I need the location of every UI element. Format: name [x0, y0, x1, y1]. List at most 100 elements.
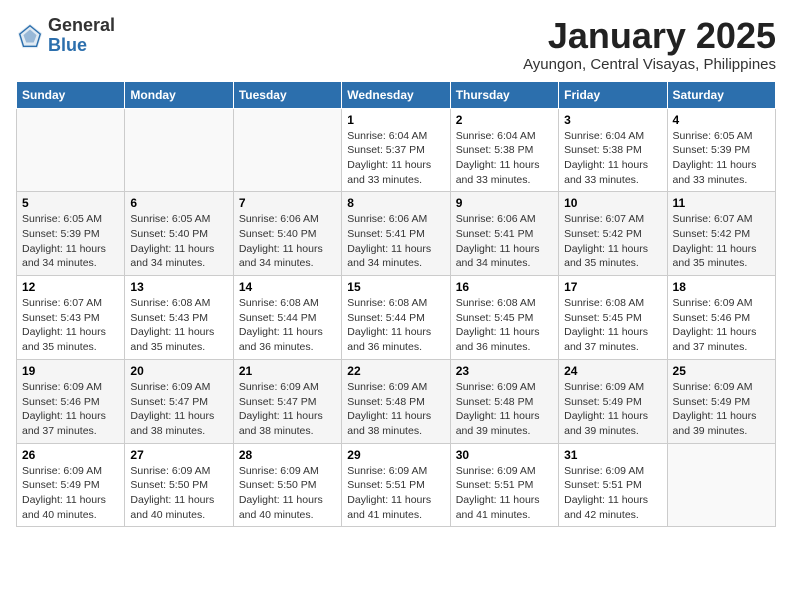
- week-row-4: 19 Sunrise: 6:09 AM Sunset: 5:46 PM Dayli…: [17, 359, 776, 443]
- day-number: 29: [347, 448, 444, 462]
- day-number: 23: [456, 364, 553, 378]
- day-number: 13: [130, 280, 227, 294]
- title-block: January 2025 Ayungon, Central Visayas, P…: [523, 16, 776, 73]
- day-info: Sunrise: 6:09 AM Sunset: 5:51 PM Dayligh…: [564, 464, 661, 523]
- calendar-cell: 27Sunrise: 6:09 AM Sunset: 5:50 PM Dayli…: [125, 443, 233, 527]
- day-number: 3: [564, 113, 661, 127]
- day-info: Sunrise: 6:08 AM Sunset: 5:45 PM Dayligh…: [564, 296, 661, 355]
- day-info: Sunrise: 6:08 AM Sunset: 5:43 PM Dayligh…: [130, 296, 227, 355]
- day-number: 14: [239, 280, 336, 294]
- day-number: 24: [564, 364, 661, 378]
- calendar-cell: 29 Sunrise: 6:09 AM Sunset: 5:51 PM Dayli…: [342, 443, 450, 527]
- day-info: Sunrise: 6:09 AM Sunset: 5:49 PM Dayligh…: [564, 380, 661, 439]
- day-header-tuesday: Tuesday: [233, 81, 341, 108]
- day-info: Sunrise: 6:06 AM Sunset: 5:41 PM Dayligh…: [347, 212, 444, 271]
- calendar-cell: 6Sunrise: 6:05 AM Sunset: 5:40 PM Daylig…: [125, 192, 233, 276]
- day-header-thursday: Thursday: [450, 81, 558, 108]
- calendar-cell: 22 Sunrise: 6:09 AM Sunset: 5:48 PM Dayli…: [342, 359, 450, 443]
- day-info: Sunrise: 6:09 AM Sunset: 5:46 PM Dayligh…: [673, 296, 770, 355]
- day-info: Sunrise: 6:09 AM Sunset: 5:48 PM Dayligh…: [456, 380, 553, 439]
- day-info: Sunrise: 6:04 AM Sunset: 5:38 PM Dayligh…: [456, 129, 553, 188]
- calendar-cell: 16 Sunrise: 6:08 AM Sunset: 5:45 PM Dayli…: [450, 276, 558, 360]
- calendar-cell: 3Sunrise: 6:04 AM Sunset: 5:38 PM Daylig…: [559, 108, 667, 192]
- day-number: 30: [456, 448, 553, 462]
- day-number: 17: [564, 280, 661, 294]
- calendar-cell: 18 Sunrise: 6:09 AM Sunset: 5:46 PM Dayli…: [667, 276, 775, 360]
- day-info: Sunrise: 6:09 AM Sunset: 5:51 PM Dayligh…: [347, 464, 444, 523]
- calendar-cell: 13 Sunrise: 6:08 AM Sunset: 5:43 PM Dayli…: [125, 276, 233, 360]
- day-number: 21: [239, 364, 336, 378]
- day-info: Sunrise: 6:08 AM Sunset: 5:44 PM Dayligh…: [347, 296, 444, 355]
- logo-blue-label: Blue: [48, 36, 115, 56]
- day-number: 12: [22, 280, 119, 294]
- week-row-5: 26 Sunrise: 6:09 AM Sunset: 5:49 PM Dayli…: [17, 443, 776, 527]
- calendar-cell: 17 Sunrise: 6:08 AM Sunset: 5:45 PM Dayli…: [559, 276, 667, 360]
- day-info: Sunrise: 6:09 AM Sunset: 5:49 PM Dayligh…: [22, 464, 119, 523]
- calendar-cell: [667, 443, 775, 527]
- day-number: 18: [673, 280, 770, 294]
- calendar-table: SundayMondayTuesdayWednesdayThursdayFrid…: [16, 81, 776, 528]
- day-info: Sunrise: 6:06 AM Sunset: 5:40 PM Dayligh…: [239, 212, 336, 271]
- logo-general-label: General: [48, 16, 115, 36]
- day-header-saturday: Saturday: [667, 81, 775, 108]
- logo-text: General Blue: [48, 16, 115, 56]
- day-info: Sunrise: 6:08 AM Sunset: 5:44 PM Dayligh…: [239, 296, 336, 355]
- calendar-cell: 25Sunrise: 6:09 AM Sunset: 5:49 PM Dayli…: [667, 359, 775, 443]
- day-number: 22: [347, 364, 444, 378]
- calendar-cell: 20 Sunrise: 6:09 AM Sunset: 5:47 PM Dayli…: [125, 359, 233, 443]
- day-header-friday: Friday: [559, 81, 667, 108]
- day-header-monday: Monday: [125, 81, 233, 108]
- day-info: Sunrise: 6:09 AM Sunset: 5:47 PM Dayligh…: [239, 380, 336, 439]
- calendar-cell: 14 Sunrise: 6:08 AM Sunset: 5:44 PM Dayli…: [233, 276, 341, 360]
- calendar-cell: [125, 108, 233, 192]
- day-info: Sunrise: 6:09 AM Sunset: 5:47 PM Dayligh…: [130, 380, 227, 439]
- day-info: Sunrise: 6:09 AM Sunset: 5:48 PM Dayligh…: [347, 380, 444, 439]
- day-number: 5: [22, 196, 119, 210]
- calendar-cell: [17, 108, 125, 192]
- calendar-header: SundayMondayTuesdayWednesdayThursdayFrid…: [17, 81, 776, 108]
- day-info: Sunrise: 6:09 AM Sunset: 5:46 PM Dayligh…: [22, 380, 119, 439]
- day-info: Sunrise: 6:09 AM Sunset: 5:50 PM Dayligh…: [239, 464, 336, 523]
- calendar-cell: 10Sunrise: 6:07 AM Sunset: 5:42 PM Dayli…: [559, 192, 667, 276]
- day-number: 19: [22, 364, 119, 378]
- day-info: Sunrise: 6:09 AM Sunset: 5:50 PM Dayligh…: [130, 464, 227, 523]
- day-number: 26: [22, 448, 119, 462]
- calendar-cell: 23 Sunrise: 6:09 AM Sunset: 5:48 PM Dayli…: [450, 359, 558, 443]
- calendar-cell: [233, 108, 341, 192]
- day-number: 16: [456, 280, 553, 294]
- calendar-cell: 12 Sunrise: 6:07 AM Sunset: 5:43 PM Dayli…: [17, 276, 125, 360]
- calendar-cell: 8Sunrise: 6:06 AM Sunset: 5:41 PM Daylig…: [342, 192, 450, 276]
- calendar-cell: 21 Sunrise: 6:09 AM Sunset: 5:47 PM Dayli…: [233, 359, 341, 443]
- day-info: Sunrise: 6:05 AM Sunset: 5:40 PM Dayligh…: [130, 212, 227, 271]
- day-number: 9: [456, 196, 553, 210]
- day-number: 28: [239, 448, 336, 462]
- calendar-cell: 30Sunrise: 6:09 AM Sunset: 5:51 PM Dayli…: [450, 443, 558, 527]
- calendar-cell: 28 Sunrise: 6:09 AM Sunset: 5:50 PM Dayli…: [233, 443, 341, 527]
- day-header-sunday: Sunday: [17, 81, 125, 108]
- calendar-cell: 5Sunrise: 6:05 AM Sunset: 5:39 PM Daylig…: [17, 192, 125, 276]
- month-title: January 2025: [523, 16, 776, 56]
- day-info: Sunrise: 6:05 AM Sunset: 5:39 PM Dayligh…: [673, 129, 770, 188]
- calendar-body: 1 Sunrise: 6:04 AM Sunset: 5:37 PM Daylig…: [17, 108, 776, 527]
- day-info: Sunrise: 6:06 AM Sunset: 5:41 PM Dayligh…: [456, 212, 553, 271]
- day-number: 20: [130, 364, 227, 378]
- day-info: Sunrise: 6:07 AM Sunset: 5:42 PM Dayligh…: [564, 212, 661, 271]
- day-number: 1: [347, 113, 444, 127]
- calendar-cell: 11Sunrise: 6:07 AM Sunset: 5:42 PM Dayli…: [667, 192, 775, 276]
- day-info: Sunrise: 6:08 AM Sunset: 5:45 PM Dayligh…: [456, 296, 553, 355]
- calendar-cell: 9 Sunrise: 6:06 AM Sunset: 5:41 PM Daylig…: [450, 192, 558, 276]
- week-row-1: 1 Sunrise: 6:04 AM Sunset: 5:37 PM Daylig…: [17, 108, 776, 192]
- calendar-cell: 7 Sunrise: 6:06 AM Sunset: 5:40 PM Daylig…: [233, 192, 341, 276]
- calendar-cell: 24 Sunrise: 6:09 AM Sunset: 5:49 PM Dayli…: [559, 359, 667, 443]
- week-row-2: 5Sunrise: 6:05 AM Sunset: 5:39 PM Daylig…: [17, 192, 776, 276]
- day-info: Sunrise: 6:07 AM Sunset: 5:42 PM Dayligh…: [673, 212, 770, 271]
- day-info: Sunrise: 6:04 AM Sunset: 5:37 PM Dayligh…: [347, 129, 444, 188]
- day-number: 4: [673, 113, 770, 127]
- day-info: Sunrise: 6:07 AM Sunset: 5:43 PM Dayligh…: [22, 296, 119, 355]
- day-number: 2: [456, 113, 553, 127]
- location-title: Ayungon, Central Visayas, Philippines: [523, 56, 776, 73]
- logo: General Blue: [16, 16, 115, 56]
- day-number: 7: [239, 196, 336, 210]
- calendar-cell: 4 Sunrise: 6:05 AM Sunset: 5:39 PM Daylig…: [667, 108, 775, 192]
- week-row-3: 12 Sunrise: 6:07 AM Sunset: 5:43 PM Dayli…: [17, 276, 776, 360]
